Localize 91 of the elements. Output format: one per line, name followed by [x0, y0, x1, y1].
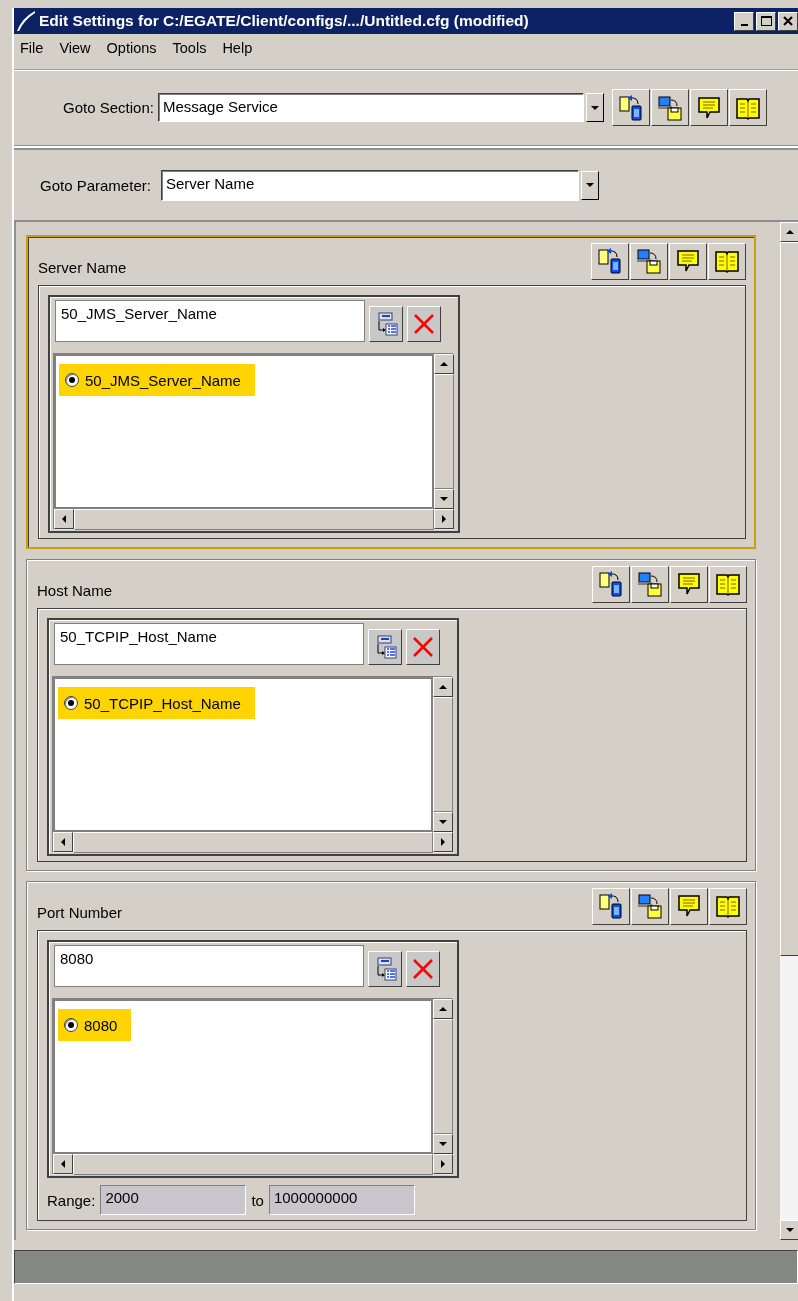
radio-button[interactable]	[64, 696, 78, 710]
comment-button[interactable]	[689, 89, 728, 126]
range-label: Range:	[47, 1191, 96, 1209]
save-button[interactable]	[630, 242, 668, 280]
parameter-name: Port Number	[37, 903, 123, 921]
computer-floppy-icon	[637, 892, 663, 920]
transfer-button[interactable]	[591, 242, 629, 280]
option-label: 50_TCPIP_Host_Name	[84, 694, 241, 712]
computer-floppy-icon	[636, 247, 662, 275]
option-label: 50_JMS_Server_Name	[85, 371, 241, 389]
value-field[interactable]: 50_TCPIP_Host_Name	[54, 623, 364, 665]
scroll-left-button[interactable]	[53, 832, 73, 852]
scroll-up-button[interactable]	[433, 999, 453, 1019]
cross-icon	[411, 635, 435, 659]
option-label: 8080	[84, 1016, 118, 1034]
scroll-left-button[interactable]	[54, 509, 74, 529]
scrollbar-thumb[interactable]	[434, 374, 454, 489]
card-phone-icon	[617, 93, 644, 122]
radio-button[interactable]	[65, 373, 79, 387]
close-icon	[783, 16, 793, 26]
help-book-button[interactable]	[709, 565, 747, 603]
vertical-scrollbar[interactable]	[434, 354, 454, 509]
vertical-scrollbar[interactable]	[433, 999, 453, 1154]
field-label: Goto Parameter:	[40, 176, 151, 194]
scroll-up-button[interactable]	[434, 354, 454, 374]
menu-item[interactable]: View	[59, 39, 91, 56]
parameter-dropdown[interactable]: Server Name	[160, 169, 579, 201]
radio-button[interactable]	[64, 1018, 78, 1032]
vertical-scrollbar[interactable]	[780, 222, 798, 1240]
range-max-field: 1000000000	[268, 1185, 415, 1215]
add-to-list-button[interactable]	[368, 629, 402, 665]
menu-item[interactable]: File	[20, 39, 44, 56]
close-button[interactable]	[778, 11, 798, 31]
delete-button[interactable]	[407, 306, 441, 342]
card-phone-icon	[598, 892, 624, 920]
dropdown-button[interactable]	[580, 170, 599, 200]
cross-icon	[411, 957, 435, 981]
window-title: Edit Settings for C:/EGATE/Client/configs/.../Untitled.cfg (modified)	[39, 12, 530, 30]
menu-item[interactable]: Options	[106, 39, 157, 56]
scroll-down-button[interactable]	[780, 1220, 798, 1240]
scroll-down-button[interactable]	[433, 812, 453, 832]
minimize-button[interactable]	[734, 11, 754, 31]
help-book-button[interactable]	[709, 887, 747, 925]
scroll-right-button[interactable]	[434, 509, 454, 529]
scroll-left-button[interactable]	[53, 1154, 73, 1174]
dropdown-button[interactable]	[585, 93, 604, 122]
value-field[interactable]: 8080	[54, 945, 364, 987]
add-to-list-button[interactable]	[369, 306, 403, 342]
vertical-scrollbar[interactable]	[433, 677, 453, 832]
field-label: Goto Section:	[63, 99, 154, 116]
value-field[interactable]: 50_JMS_Server_Name	[55, 300, 365, 342]
menu-item[interactable]: Tools	[172, 39, 207, 56]
card-phone-icon	[598, 570, 624, 598]
scroll-up-button[interactable]	[433, 677, 453, 697]
scrollbar-thumb[interactable]	[780, 242, 798, 956]
cross-icon	[412, 312, 436, 336]
comment-button[interactable]	[669, 242, 707, 280]
card-phone-icon	[597, 247, 623, 275]
range-min-field: 2000	[100, 1185, 247, 1215]
save-button[interactable]	[631, 887, 669, 925]
transfer-button[interactable]	[611, 89, 650, 126]
transfer-button[interactable]	[592, 887, 630, 925]
scroll-right-button[interactable]	[433, 832, 453, 852]
section-dropdown[interactable]: Message Service	[157, 93, 584, 122]
save-button[interactable]	[631, 565, 669, 603]
add-to-list-button[interactable]	[368, 951, 402, 987]
menu-item[interactable]: Help	[222, 39, 253, 56]
comment-button[interactable]	[670, 887, 708, 925]
app-icon	[16, 10, 36, 32]
parameter-name: Server Name	[38, 258, 127, 276]
parameter-name: Host Name	[37, 581, 113, 599]
radio-option[interactable]: 50_TCPIP_Host_Name	[58, 687, 255, 719]
help-book-button[interactable]	[728, 89, 767, 126]
help-book-button[interactable]	[708, 242, 746, 280]
comment-button[interactable]	[670, 565, 708, 603]
range-separator: to	[251, 1191, 264, 1209]
scroll-right-button[interactable]	[433, 1154, 453, 1174]
save-button[interactable]	[650, 89, 689, 126]
delete-button[interactable]	[406, 951, 440, 987]
scroll-down-button[interactable]	[433, 1134, 453, 1154]
scroll-up-button[interactable]	[780, 222, 798, 242]
computer-floppy-icon	[656, 93, 683, 122]
scroll-down-button[interactable]	[434, 489, 454, 509]
delete-button[interactable]	[406, 629, 440, 665]
scrollbar-thumb[interactable]	[433, 697, 453, 812]
computer-floppy-icon	[637, 570, 663, 598]
maximize-button[interactable]	[756, 11, 776, 31]
radio-option[interactable]: 50_JMS_Server_Name	[59, 364, 255, 396]
radio-option[interactable]: 8080	[58, 1009, 132, 1041]
transfer-button[interactable]	[592, 565, 630, 603]
scrollbar-thumb[interactable]	[433, 1019, 453, 1134]
